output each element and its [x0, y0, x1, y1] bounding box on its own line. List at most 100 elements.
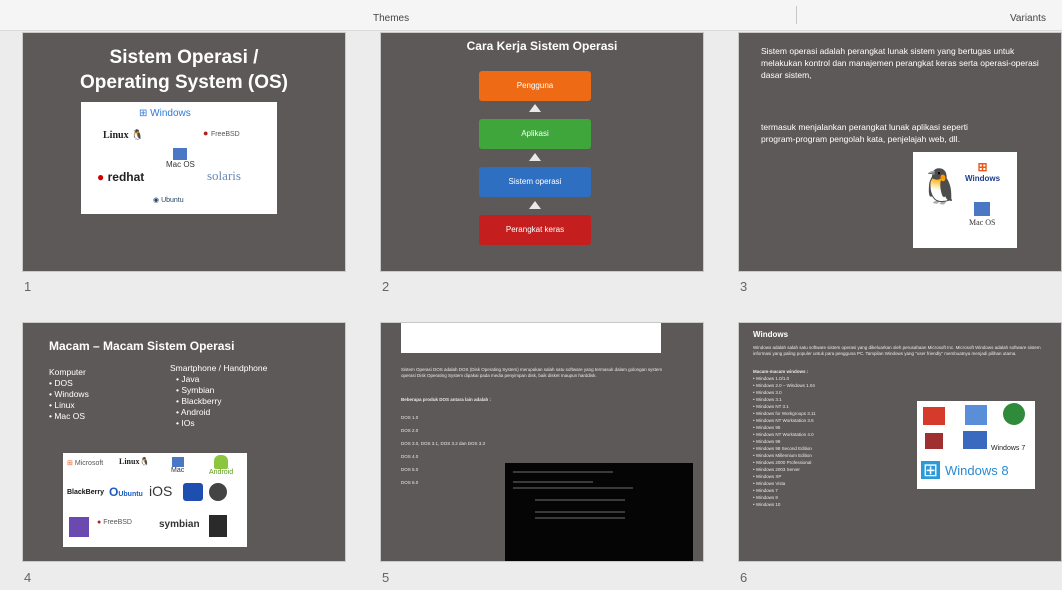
list-item: IOs	[176, 418, 267, 429]
windows-8-logo: Windows 8	[945, 463, 1009, 478]
list-item: Windows NT Workstation 3.5	[753, 417, 816, 424]
os-logos-image: ⊞ Windows Linux 🐧 ● FreeBSD Mac OS ● red…	[81, 102, 277, 214]
list-item: Windows 3.0	[753, 389, 816, 396]
list-item: Windows 3.1	[753, 396, 816, 403]
column-title: Smartphone / Handphone	[170, 363, 268, 373]
arrow-up-icon	[529, 104, 541, 112]
windows-logo: ⊞ Windows	[139, 108, 191, 119]
ios-logo: iOS	[149, 483, 173, 499]
slide-title-line2: Operating System (OS)	[80, 72, 288, 93]
slide-title-line1: Sistem Operasi /	[109, 47, 259, 68]
arrow-up-icon	[529, 201, 541, 209]
list-item: DOS 4.0	[401, 454, 419, 459]
layer-user: Pengguna	[479, 71, 591, 101]
slide-number-5: 5	[382, 570, 390, 585]
list-item: Windows 7	[753, 487, 816, 494]
list-item: Java	[176, 374, 267, 385]
list-item: Windows 2003 Server	[753, 466, 816, 473]
slide-thumbnail-4[interactable]: Macam – Macam Sistem Operasi Komputer DO…	[23, 323, 345, 561]
windows-icon	[923, 407, 945, 425]
dos-versions-list: DOS 1.0 DOS 2.0 DOS 3.0, DOS 3.1, DOS 3.…	[401, 411, 485, 489]
mac-logo: Mac	[171, 457, 184, 474]
list-item: Windows NT 3.1	[753, 403, 816, 410]
list-item: DOS 1.0	[401, 415, 419, 420]
windows-icon	[963, 431, 987, 449]
list-item: DOS 6.0	[401, 480, 419, 485]
os-icon	[209, 483, 227, 501]
list-item: Windows Vista	[753, 480, 816, 487]
windows-icon	[925, 433, 943, 449]
definition-text-2: termasuk menjalankan perangkat lunak apl…	[761, 122, 968, 144]
list-item: Windows XP	[753, 473, 816, 480]
windows-7-logo: Windows 7	[991, 445, 1026, 452]
layer-os: Sistem operasi	[479, 167, 591, 197]
list-item: Symbian	[176, 385, 267, 396]
ubuntu-logo: OUbuntu	[109, 485, 143, 499]
symbian-logo: symbian	[159, 519, 200, 530]
list-item: DOS 2.0	[401, 428, 419, 433]
windows-8-tile-icon: ⊞	[921, 460, 941, 480]
os-icon	[209, 515, 227, 537]
android-logo: Android	[209, 455, 233, 476]
layer-application: Aplikasi	[479, 119, 591, 149]
list-item: Windows 98	[753, 438, 816, 445]
redhat-logo: ● redhat	[97, 170, 145, 184]
list-item: Windows 98 Second Edition	[753, 445, 816, 452]
list-item: DOS 3.0, DOS 3.1, DOS 3.2 dan DOS 3.3	[401, 441, 486, 446]
list-item: Windows 2.0 – Windows 1.04	[753, 382, 816, 389]
list-item: DOS	[49, 378, 89, 389]
list-item: Blackberry	[176, 396, 267, 407]
slide-number-1: 1	[24, 279, 32, 294]
themes-label[interactable]: Themes	[373, 13, 409, 24]
windows-description: Windows adalah salah satu software siste…	[753, 345, 1041, 356]
slide-thumbnail-5[interactable]: Sistem Operasi DOS adalah DOS (Disk Oper…	[381, 323, 703, 561]
slide-thumbnail-2[interactable]: Cara Kerja Sistem Operasi Pengguna Aplik…	[381, 33, 703, 271]
ribbon-divider	[796, 6, 797, 24]
slide-thumbnail-1[interactable]: Sistem Operasi / Operating System (OS) ⊞…	[23, 33, 345, 271]
tux-icon: 🐧	[919, 168, 962, 206]
macos-logo: Mac OS	[969, 202, 995, 227]
slide-title: Macam – Macam Sistem Operasi	[49, 339, 235, 353]
list-item: Windows Millennium Edition	[753, 452, 816, 459]
slide-number-2: 2	[382, 279, 390, 294]
layer-hardware: Perangkat keras	[479, 215, 591, 245]
computer-os-list: Komputer DOS Windows Linux Mac OS	[49, 367, 89, 422]
list-item: Windows for Workgroups 3.11	[753, 410, 816, 417]
freebsd-logo: ● FreeBSD	[203, 128, 240, 138]
list-item: Windows 1.0/1.0	[753, 375, 816, 382]
mobile-os-list: Smartphone / Handphone Java Symbian Blac…	[170, 363, 267, 429]
arrow-up-icon	[529, 153, 541, 161]
variants-label[interactable]: Variants	[1010, 13, 1046, 24]
list-item: DOS 5.0	[401, 467, 419, 472]
slide-title: Sistem Operasi / Operating System (OS)	[23, 45, 345, 95]
windows-versions-list: Windows 1.0/1.0 Windows 2.0 – Windows 1.…	[753, 375, 816, 508]
slide-number-4: 4	[24, 570, 32, 585]
design-ribbon-bar: Themes Variants	[0, 0, 1062, 31]
list-item: Windows NT Workstation 4.0	[753, 431, 816, 438]
slide-title: Cara Kerja Sistem Operasi	[466, 39, 618, 53]
ubuntu-logo: ◉ Ubuntu	[153, 197, 184, 204]
freebsd-logo: ● FreeBSD	[97, 519, 132, 526]
app-icon	[183, 483, 203, 501]
list-item: Windows	[49, 389, 88, 400]
list-item: Windows 2000 Professional	[753, 459, 816, 466]
slide-thumbnail-6[interactable]: Windows Windows adalah salah satu softwa…	[739, 323, 1061, 561]
header-image	[401, 323, 661, 353]
list-item: Windows 95	[753, 424, 816, 431]
macos-logo: Mac OS	[166, 148, 195, 169]
linux-logo: Linux 🐧	[103, 130, 144, 141]
linux-logo: Linux🐧	[119, 457, 150, 466]
windows-icon	[965, 405, 987, 425]
os-logos-image: 🐧 ⊞ Windows Mac OS	[913, 152, 1017, 248]
dos-description: Sistem Operasi DOS adalah DOS (Disk Oper…	[401, 367, 663, 378]
app-icon	[69, 517, 89, 537]
os-logos-collage: ⊞ Microsoft Linux🐧 Mac Android BlackBerr…	[63, 453, 247, 547]
slide-title: Windows	[753, 330, 789, 339]
list-item: Android	[176, 407, 267, 418]
list-item: Linux	[49, 400, 89, 411]
list-item: Windows 8	[753, 494, 816, 501]
column-title: Komputer	[49, 367, 86, 377]
blackberry-logo: BlackBerry	[67, 489, 104, 496]
slide-thumbnail-3[interactable]: Sistem operasi adalah perangkat lunak si…	[739, 33, 1061, 271]
definition-text: Sistem operasi adalah perangkat lunak si…	[761, 46, 1039, 80]
